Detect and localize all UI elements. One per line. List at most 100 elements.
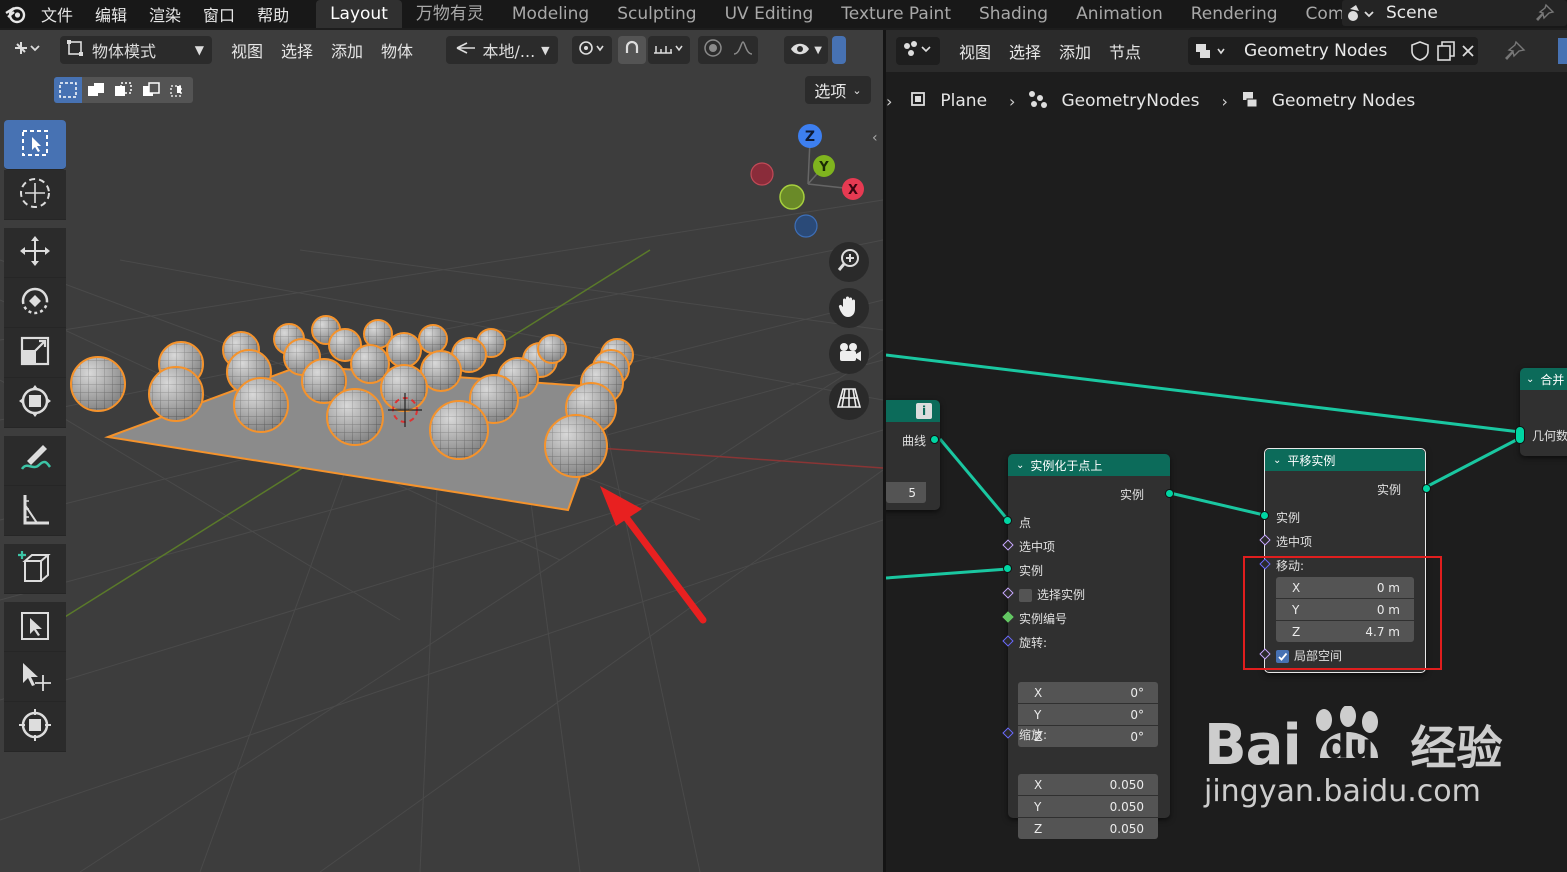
sphere-instance[interactable] (418, 324, 448, 354)
sphere-instance[interactable] (537, 334, 567, 364)
ortho-toggle-button[interactable] (829, 380, 869, 420)
count-value: 5 (908, 485, 916, 500)
tab-wanwu[interactable]: 万物有灵 (402, 0, 498, 28)
menu-help[interactable]: 帮助 (246, 2, 300, 26)
node-header[interactable]: i (886, 400, 940, 422)
info-icon[interactable]: i (916, 403, 932, 419)
neg-y-axis-icon[interactable] (779, 184, 805, 210)
rotation-y-field[interactable]: Y 0° (1018, 704, 1158, 725)
select-intersect-icon[interactable] (165, 77, 193, 103)
instance-input-socket[interactable] (1003, 564, 1012, 573)
options-dropdown[interactable]: 选项 ⌄ (805, 76, 871, 104)
tab-shading[interactable]: Shading (965, 0, 1062, 28)
sidebar-toggle-icon[interactable]: ‹ (872, 130, 878, 146)
instances-input-socket[interactable] (1260, 511, 1269, 520)
instance-on-points-node[interactable]: ⌄ 实例化于点上 实例 点 选中项 实例 选择实例 实例编号 旋转: X 0° Y… (1002, 454, 1174, 839)
tab-texture-paint[interactable]: Texture Paint (827, 0, 965, 28)
collapse-chevron-icon[interactable]: ⌄ (1016, 460, 1024, 471)
orientation-label: 本地/... (482, 42, 536, 61)
tool-cursor[interactable] (4, 170, 66, 220)
sphere-instance[interactable] (326, 388, 384, 446)
tab-modeling[interactable]: Modeling (498, 0, 603, 28)
count-field[interactable]: 5 (886, 482, 926, 503)
sphere-instance[interactable] (380, 364, 428, 412)
pivot-point-dropdown[interactable] (572, 36, 613, 64)
join-geometry-node[interactable]: ⌄ 合并 几何数 (1515, 368, 1567, 456)
tool-move[interactable] (4, 228, 66, 278)
snap-target-dropdown[interactable] (648, 36, 691, 64)
scale-y-field[interactable]: Y 0.050 (1018, 796, 1158, 817)
select-subtract-icon[interactable] (110, 77, 138, 103)
neg-z-axis-icon[interactable] (794, 214, 818, 238)
tab-uv-editing[interactable]: UV Editing (711, 0, 828, 28)
tab-rendering[interactable]: Rendering (1177, 0, 1292, 28)
select-extend-icon[interactable] (82, 77, 110, 103)
tool-move-extra[interactable] (4, 652, 66, 702)
cursor-icon (17, 175, 53, 215)
rotation-x-field[interactable]: X 0° (1018, 682, 1158, 703)
select-difference-icon[interactable] (137, 77, 165, 103)
tool-annotate[interactable] (4, 436, 66, 486)
neg-x-axis-icon[interactable] (750, 162, 774, 186)
select-new-icon[interactable] (54, 77, 82, 103)
curve-node[interactable]: i 曲线 5 (886, 400, 940, 510)
node-header[interactable]: ⌄ 平移实例 (1265, 449, 1425, 471)
menu-file[interactable]: 文件 (30, 2, 84, 26)
camera-view-button[interactable] (829, 334, 869, 374)
scene-selector[interactable]: Scene (1342, 0, 1567, 26)
sphere-instance[interactable] (386, 332, 422, 368)
sphere-instance[interactable] (70, 356, 126, 412)
pan-button[interactable] (829, 288, 869, 328)
tab-layout[interactable]: Layout (316, 0, 402, 28)
menu-add[interactable]: 添加 (322, 38, 372, 62)
3d-viewport[interactable]: 物体模式 ▼ 视图 选择 添加 物体 本地/... ▼ ▼ 选项 ⌄ Z Y X… (0, 30, 883, 872)
geometry-input-socket[interactable] (1515, 426, 1525, 444)
sphere-instance[interactable] (148, 366, 204, 422)
instances-output-socket[interactable] (1165, 489, 1174, 498)
tool-shear[interactable] (4, 702, 66, 752)
instances-output-socket[interactable] (1422, 484, 1431, 493)
collapse-chevron-icon[interactable]: ⌄ (1273, 455, 1281, 466)
navigation-gizmo[interactable]: Z Y X (740, 120, 870, 260)
sphere-instance[interactable] (429, 400, 489, 460)
proportional-editing[interactable] (698, 36, 759, 64)
tool-scale[interactable] (4, 328, 66, 378)
gizmo-toggle[interactable] (832, 36, 847, 64)
sphere-instance[interactable] (544, 414, 608, 478)
node-header[interactable]: ⌄ 实例化于点上 (1008, 454, 1170, 476)
sphere-instance[interactable] (233, 377, 289, 433)
points-input-socket[interactable] (1003, 516, 1012, 525)
scale-z-field[interactable]: Z 0.050 (1018, 818, 1158, 839)
pick-instance-row[interactable]: 选择实例 (1019, 586, 1085, 603)
visibility-dropdown[interactable]: ▼ (784, 36, 829, 64)
menu-edit[interactable]: 编辑 (84, 2, 138, 26)
editor-type-button[interactable] (6, 36, 50, 64)
z-axis-label: Z (805, 129, 815, 145)
mode-dropdown[interactable]: 物体模式 ▼ (60, 36, 212, 64)
snap-toggle[interactable] (618, 36, 647, 64)
node-header[interactable]: ⌄ 合并 (1520, 368, 1567, 390)
node-editor[interactable]: 视图 选择 添加 节点 Geometry Nodes › Plane › Geo… (886, 30, 1567, 872)
menu-object[interactable]: 物体 (372, 38, 422, 62)
scale-x-field[interactable]: X 0.050 (1018, 774, 1158, 795)
curve-output-socket[interactable] (930, 435, 939, 444)
tool-transform-extra[interactable] (4, 602, 66, 652)
menu-select[interactable]: 选择 (272, 38, 322, 62)
tab-animation[interactable]: Animation (1062, 0, 1177, 28)
pin-icon[interactable] (1535, 3, 1555, 27)
tool-transform[interactable] (4, 378, 66, 428)
menu-window[interactable]: 窗口 (192, 2, 246, 26)
pick-instance-checkbox[interactable] (1019, 589, 1032, 602)
zoom-button[interactable] (829, 242, 869, 282)
tool-select-box[interactable] (4, 120, 66, 170)
tool-measure[interactable] (4, 486, 66, 536)
menu-view[interactable]: 视图 (222, 38, 272, 62)
tool-rotate[interactable] (4, 278, 66, 328)
tool-add-cube[interactable] (4, 544, 66, 594)
scale-x-value: 0.050 (1109, 777, 1144, 792)
collapse-chevron-icon[interactable]: ⌄ (1526, 374, 1534, 385)
blender-logo-icon[interactable] (2, 0, 30, 28)
menu-render[interactable]: 渲染 (138, 2, 192, 26)
tab-sculpting[interactable]: Sculpting (603, 0, 710, 28)
transform-orientation-dropdown[interactable]: 本地/... ▼ (446, 36, 559, 64)
